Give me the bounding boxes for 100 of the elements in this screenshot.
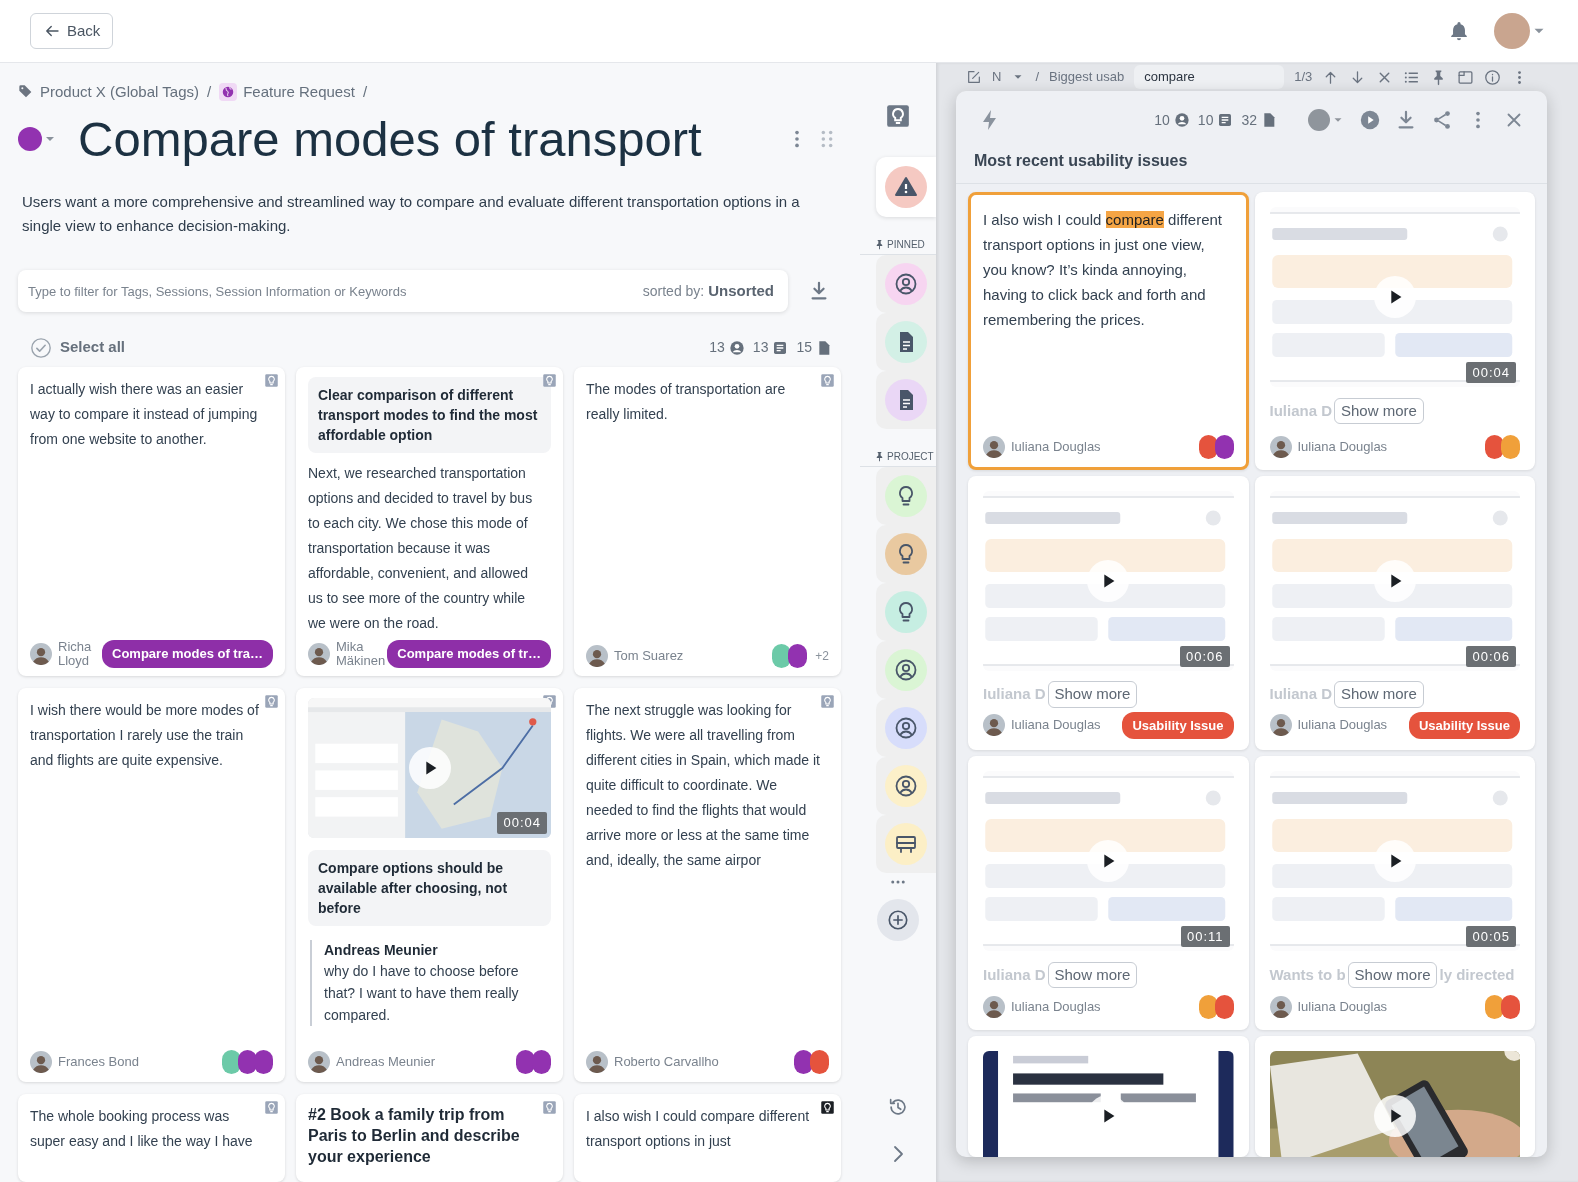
preview-text: Iuliana D xyxy=(1269,684,1332,704)
show-more-button[interactable]: Show more xyxy=(1047,681,1138,708)
section-label: PROJECT xyxy=(887,450,934,464)
video-card[interactable] xyxy=(1254,1036,1535,1157)
breadcrumb-link[interactable]: Product X (Global Tags) xyxy=(40,81,199,104)
author-name: Iuliana Douglas xyxy=(1297,718,1389,733)
add-button[interactable] xyxy=(877,899,919,941)
history-icon[interactable] xyxy=(887,1096,909,1118)
preview-text: ly directed xyxy=(1439,964,1515,985)
item-label[interactable]: N xyxy=(992,67,1002,87)
rail-tab[interactable] xyxy=(876,255,936,313)
status-circle-icon xyxy=(1307,108,1331,132)
video-card[interactable]: 00:05 Wants to b Show more ly directed Iuliana Douglas xyxy=(1254,756,1535,1030)
quote-card[interactable]: I also wish I could compare different transport options in just one view, you know? It’s kinda annoying, having to click back and forth and remembering the prices. Iuliana Douglas xyxy=(968,192,1249,470)
rail-tab[interactable] xyxy=(876,467,936,525)
sort-label[interactable]: sorted by: Unsorted xyxy=(642,280,774,303)
share-icon[interactable] xyxy=(1431,109,1453,131)
note-icon xyxy=(1217,112,1234,128)
video-card[interactable]: 00:04 Compare options should be available after choosing, not before Andreas Meunier why do I have to choose before that? I want to have them really compared. Andreas Meunier xyxy=(296,687,563,1082)
breadcrumb-link[interactable]: Feature Request xyxy=(243,81,355,104)
avatar xyxy=(586,1050,608,1073)
user-avatar[interactable] xyxy=(1494,13,1530,49)
author-name: Tom Suarez xyxy=(614,648,685,663)
avatar xyxy=(983,714,1005,737)
breadcrumb-separator: / xyxy=(1035,68,1039,87)
note-icon xyxy=(772,339,789,356)
show-more-button[interactable]: Show more xyxy=(1334,397,1424,425)
tag-pill: Usability Issue xyxy=(1408,711,1520,739)
author-name: Frances Bond xyxy=(58,1054,140,1069)
section-label: PINNED xyxy=(887,238,925,252)
count-label: 10 xyxy=(1197,110,1214,130)
breadcrumb-separator: / xyxy=(362,82,368,102)
color-dot[interactable] xyxy=(18,126,42,151)
quote-card[interactable]: The modes of transportation are really limited. Tom Suarez +2 xyxy=(574,366,841,676)
plus-icon xyxy=(887,909,909,931)
breadcrumb-link[interactable]: Biggest usab xyxy=(1049,67,1125,87)
bookmark-icon[interactable] xyxy=(820,1099,835,1115)
video-card[interactable]: 00:04 Iuliana D Show more Iuliana Douglas xyxy=(1254,192,1535,470)
task-title: #2 Book a family trip from Paris to Berlin and describe your experience xyxy=(308,1104,521,1167)
quote-card[interactable]: I also wish I could compare different transport options in just xyxy=(574,1093,841,1182)
video-card[interactable]: 00:06 Iuliana D Show more Iuliana Douglas Usability Issue xyxy=(968,476,1249,750)
rail-tab[interactable] xyxy=(876,157,936,217)
avatar xyxy=(1269,436,1292,458)
more-count: +2 xyxy=(815,647,829,665)
tag-pill: Compare modes of tra… xyxy=(102,640,273,668)
avatar xyxy=(308,642,330,665)
quote-card[interactable]: I actually wish there was an easier way to compare it instead of jumping from one website to another. Richa Lloyd Compare modes of tra… xyxy=(18,366,285,676)
file-icon xyxy=(816,339,832,356)
video-card[interactable]: 00:11 Iuliana D Show more Iuliana Douglas xyxy=(968,756,1249,1030)
quote-text: I actually wish there was an easier way to compare it instead of jumping from one website to another. xyxy=(30,379,259,449)
task-card[interactable]: #2 Book a family trip from Paris to Berlin and describe your experience xyxy=(296,1093,563,1182)
quote-text: The next struggle was looking for flights. We were all travelling from different cities in Spain, which made it quite difficult to coordinate. We needed to find the flights that would arrive more or less at the same time and, ideally, the same airpor xyxy=(586,700,821,870)
page-title: Compare modes of transport xyxy=(78,110,703,168)
select-all-checkbox[interactable]: Select all xyxy=(30,336,126,359)
comment-author: Andreas Meunier xyxy=(324,940,439,960)
avatar xyxy=(983,436,1005,458)
tag-pill: Compare modes of tr… xyxy=(387,640,551,668)
quote-text: Next, we researched transportation options and decided to travel by bus to each city. We chose this mode of transportation because it was affordable, convenient, and allowed us to see more of the country while we were on the road. xyxy=(308,463,534,633)
match-count: 1/3 xyxy=(1294,68,1313,87)
search-field[interactable]: compare xyxy=(1134,65,1285,89)
filter-field[interactable]: Type to filter for Tags, Sessions, Session Information or Keywords sorted by: Unsorted xyxy=(18,270,788,313)
play-icon[interactable] xyxy=(1359,109,1381,131)
show-more-button[interactable]: Show more xyxy=(1347,961,1438,989)
author-name: Roberto Carvallho xyxy=(614,1054,720,1069)
preview-text: Iuliana D xyxy=(983,684,1046,704)
avatar xyxy=(30,642,52,665)
video-card[interactable] xyxy=(968,1036,1249,1157)
quote-card[interactable] xyxy=(574,687,841,1082)
insight-card[interactable] xyxy=(296,366,563,676)
comment-text: why do I have to choose before that? I want to have them really compared. xyxy=(324,961,520,1025)
file-icon xyxy=(1261,112,1277,128)
show-more-button[interactable]: Show more xyxy=(1334,681,1424,708)
rail-tab[interactable] xyxy=(876,815,936,873)
person-icon xyxy=(1173,112,1190,128)
back-button[interactable]: Back xyxy=(30,12,114,50)
quote-card[interactable]: The whole booking process was super easy and I like the way I have xyxy=(18,1093,285,1182)
video-duration: 00:05 xyxy=(1466,925,1516,947)
video-card[interactable]: 00:06 Iuliana D Show more Iuliana Douglas Usability Issue xyxy=(1254,476,1535,750)
bell-icon[interactable] xyxy=(1448,20,1470,42)
quote-text: I also wish I could compare different transport options in just one view, you know? It’s kinda annoying, having to click back and forth and remembering the prices. xyxy=(983,210,1224,330)
panel-title: Most recent usability issues xyxy=(974,151,1189,171)
quote-card[interactable]: I wish there would be more modes of transportation I rarely use the train and flights are quite expensive. Frances Bond xyxy=(18,687,285,1082)
frame-icon[interactable] xyxy=(1457,68,1475,86)
count-label: 10 xyxy=(1154,110,1170,130)
video-duration: 00:04 xyxy=(497,812,547,834)
show-more-button[interactable]: Show more xyxy=(1047,961,1138,989)
info-icon[interactable] xyxy=(1484,68,1502,86)
count-label: 32 xyxy=(1241,110,1257,130)
edit-icon[interactable] xyxy=(966,69,982,85)
author-name: Iuliana Douglas xyxy=(1297,440,1389,454)
preview-text: Iuliana D xyxy=(1269,400,1332,421)
preview-text: Iuliana D xyxy=(983,964,1046,985)
avatar xyxy=(1269,714,1292,737)
insight-text: Compare options should be available after choosing, not before xyxy=(308,849,551,926)
rail-tab[interactable] xyxy=(876,371,936,429)
insights-icon[interactable] xyxy=(885,103,911,129)
quote-text: I also wish I could compare different transport options in just xyxy=(586,1106,811,1151)
count-label: 13 xyxy=(709,338,725,358)
breadcrumb-separator: / xyxy=(206,82,212,102)
author-name: Richa Lloyd xyxy=(58,639,93,668)
